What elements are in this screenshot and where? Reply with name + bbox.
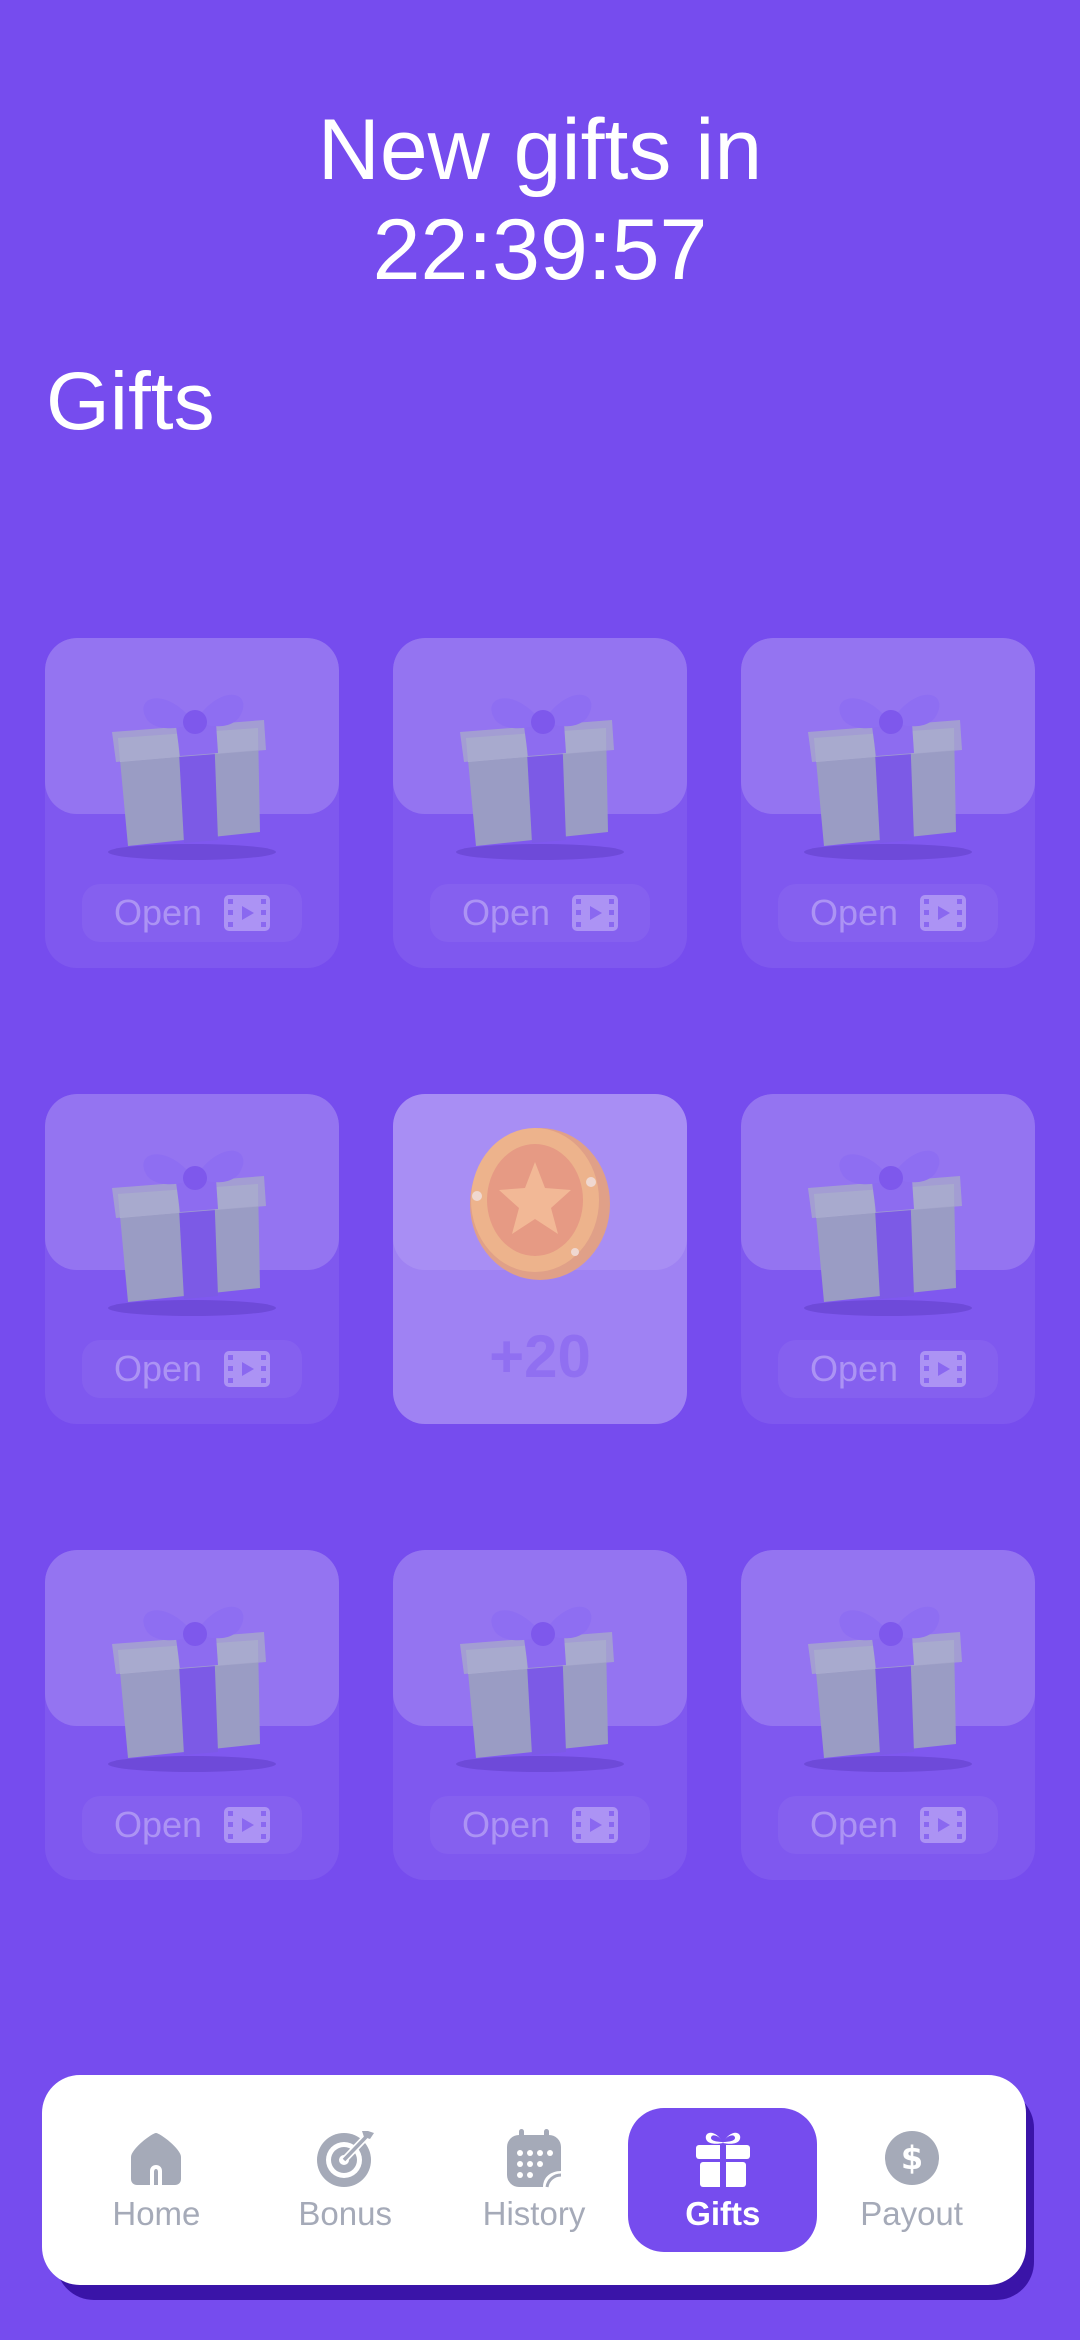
open-gift-button[interactable]: Open [82, 884, 302, 942]
dollar-icon: $ [884, 2131, 939, 2185]
video-icon [920, 1351, 967, 1387]
open-label: Open [113, 892, 203, 933]
nav-label-home: Home [112, 2195, 201, 2232]
gift-box-icon [804, 694, 972, 860]
open-label: Open [461, 1804, 551, 1845]
nav-label-history: History [482, 2195, 586, 2232]
home-icon [131, 2133, 182, 2185]
gift-grid: Open Open Open Open +20 Open Open Open O… [45, 638, 1035, 1880]
open-gift-button[interactable]: Open [430, 884, 650, 942]
calendar-icon [506, 2129, 562, 2188]
open-label: Open [113, 1348, 203, 1389]
timer-label: New gifts in [317, 102, 763, 198]
svg-text:$: $ [900, 2139, 922, 2177]
nav-item-payout[interactable]: $ Payout [817, 2108, 1006, 2252]
video-icon [224, 895, 271, 931]
coin-icon [470, 1128, 610, 1280]
nav-label-gifts: Gifts [685, 2195, 761, 2232]
video-icon [224, 1807, 271, 1843]
page-title: Gifts [46, 356, 215, 447]
gift-card[interactable]: Open [741, 638, 1035, 968]
video-icon [572, 1807, 619, 1843]
nav-item-history[interactable]: History [440, 2108, 629, 2252]
gift-card[interactable]: Open [741, 1094, 1035, 1424]
video-icon [572, 895, 619, 931]
open-gift-button[interactable]: Open [778, 884, 998, 942]
gift-card[interactable]: Open [45, 1094, 339, 1424]
open-label: Open [809, 892, 899, 933]
nav-label-payout: Payout [860, 2195, 963, 2232]
gift-card[interactable]: Open [393, 1550, 687, 1880]
bottom-nav: Home Bonus History Gifts $ Payout [42, 2075, 1026, 2285]
open-gift-button[interactable]: Open [430, 1796, 650, 1854]
video-icon [920, 895, 967, 931]
gift-box-icon [456, 1606, 624, 1772]
nav-label-bonus: Bonus [298, 2195, 392, 2232]
open-gift-button[interactable]: Open [778, 1340, 998, 1398]
target-icon [317, 2131, 375, 2187]
open-gift-button[interactable]: Open [82, 1796, 302, 1854]
gift-card-opened: +20 [393, 1094, 687, 1424]
open-label: Open [809, 1804, 899, 1845]
timer-countdown: 22:39:57 [372, 202, 708, 298]
gift-card[interactable]: Open [45, 638, 339, 968]
nav-item-home[interactable]: Home [62, 2108, 251, 2252]
video-icon [920, 1807, 967, 1843]
nav-item-bonus[interactable]: Bonus [251, 2108, 440, 2252]
video-icon [224, 1351, 271, 1387]
gift-box-icon [804, 1150, 972, 1316]
gift-card[interactable]: Open [393, 638, 687, 968]
gift-card[interactable]: Open [741, 1550, 1035, 1880]
reward-amount: +20 [489, 1323, 591, 1390]
gift-timer: New gifts in 22:39:57 [0, 100, 1080, 300]
gift-box-icon [804, 1606, 972, 1772]
open-gift-button[interactable]: Open [778, 1796, 998, 1854]
open-label: Open [461, 892, 551, 933]
gift-card[interactable]: Open [45, 1550, 339, 1880]
open-gift-button[interactable]: Open [82, 1340, 302, 1398]
gift-box-icon [456, 694, 624, 860]
gift-box-icon [108, 1150, 276, 1316]
gift-icon [695, 2132, 750, 2187]
open-label: Open [113, 1804, 203, 1845]
nav-item-gifts[interactable]: Gifts [628, 2108, 818, 2252]
gift-box-icon [108, 1606, 276, 1772]
gift-box-icon [108, 694, 276, 860]
open-label: Open [809, 1348, 899, 1389]
